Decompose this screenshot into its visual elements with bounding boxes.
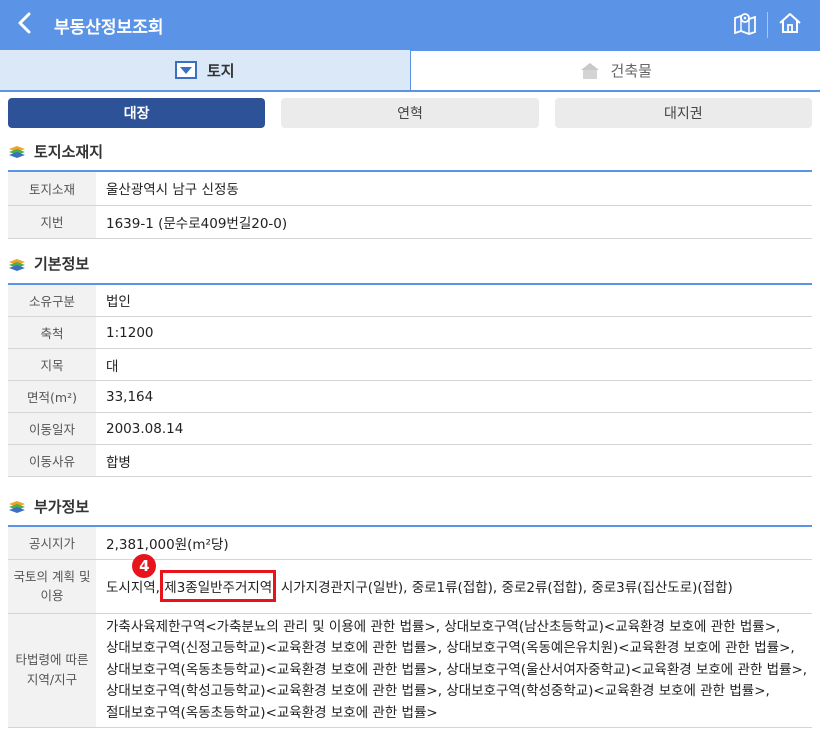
subtab-history[interactable]: 연혁 bbox=[281, 98, 539, 128]
other-law-line: 가축사육제한구역<가축분뇨의 관리 및 이용에 관한 법률>, 상대보호구역(남… bbox=[106, 618, 781, 635]
subtab-register[interactable]: 대장 bbox=[8, 98, 266, 128]
land-icon bbox=[174, 61, 197, 79]
row-label: 이동일자 bbox=[8, 412, 96, 445]
tab-land-label: 토지 bbox=[206, 61, 235, 80]
row-value: 합병 bbox=[96, 444, 812, 477]
location-table: 토지소재 울산광역시 남구 신정동 지번 1639-1 (문수로409번길20-… bbox=[8, 172, 812, 239]
building-icon bbox=[579, 62, 601, 80]
other-law-line: 상대보호구역(옥동초등학교)<교육환경 보호에 관한 법률>, 상대보호구역(울… bbox=[106, 661, 808, 678]
plan-value-post: , 시가지경관지구(일반), 중로1류(접합), 중로2류(접합), 중로3류(… bbox=[272, 580, 733, 596]
table-row: 소유구분 법인 bbox=[8, 284, 812, 317]
subtab-land-rights[interactable]: 대지권 bbox=[554, 98, 812, 128]
sub-tabs: 대장 연혁 대지권 bbox=[0, 92, 820, 132]
row-value: 2,381,000원(m²당) bbox=[96, 527, 812, 560]
main-tabs: 토지 건축물 bbox=[0, 50, 820, 92]
row-value: 가축사육제한구역<가축분뇨의 관리 및 이용에 관한 법률>, 상대보호구역(남… bbox=[96, 613, 812, 728]
app-header: 부동산정보조회 bbox=[0, 0, 820, 50]
table-row: 토지소재 울산광역시 남구 신정동 bbox=[8, 172, 812, 206]
table-row: 이동사유 합병 bbox=[8, 444, 812, 477]
header-divider bbox=[767, 12, 768, 38]
highlighted-zone: 4 제3종일반주거지역 bbox=[132, 554, 277, 602]
table-row: 국토의 계획 및 이용 도시지역, 4 제3종일반주거지역, 시가지경관지구(일… bbox=[8, 554, 812, 614]
row-label: 면적(m²) bbox=[8, 380, 96, 413]
row-label: 지목 bbox=[8, 348, 96, 381]
row-value: 대 bbox=[96, 348, 812, 381]
row-label: 국토의 계획 및 이용 bbox=[8, 559, 96, 614]
row-label: 토지소재 bbox=[8, 172, 96, 206]
row-label: 타법령에 따른 지역/지구 bbox=[8, 613, 96, 728]
row-label: 공시지가 bbox=[8, 527, 96, 560]
other-law-line: 절대보호구역(옥동초등학교)<교육환경 보호에 관한 법률> bbox=[106, 704, 438, 721]
row-value: 도시지역, 4 제3종일반주거지역, 시가지경관지구(일반), 중로1류(접합)… bbox=[96, 554, 812, 614]
annotation-badge: 4 bbox=[132, 554, 157, 578]
section-icon bbox=[8, 257, 26, 271]
other-law-line: 상대보호구역(신정고등학교)<교육환경 보호에 관한 법률>, 상대보호구역(옥… bbox=[106, 640, 795, 656]
section-icon bbox=[8, 144, 26, 158]
row-label: 소유구분 bbox=[8, 284, 96, 317]
section-extra-title: 부가정보 bbox=[8, 487, 812, 527]
other-law-line: 상대보호구역(학성고등학교)<교육환경 보호에 관한 법률>, 상대보호구역(학… bbox=[106, 683, 770, 699]
table-row: 지목 대 bbox=[8, 348, 812, 381]
table-row: 면적(m²) 33,164 bbox=[8, 380, 812, 413]
row-value: 2003.08.14 bbox=[96, 412, 812, 445]
row-value: 법인 bbox=[96, 284, 812, 317]
map-icon bbox=[732, 10, 758, 40]
chevron-left-icon bbox=[16, 12, 34, 38]
basic-table: 소유구분 법인 축척 1:1200 지목 대 면적(m²) 33,164 이동일… bbox=[8, 284, 812, 477]
row-label: 축척 bbox=[8, 316, 96, 349]
tab-land[interactable]: 토지 bbox=[0, 50, 410, 90]
table-row: 지번 1639-1 (문수로409번길20-0) bbox=[8, 205, 812, 239]
table-row: 공시지가 2,381,000원(m²당) bbox=[8, 527, 812, 560]
home-icon bbox=[778, 11, 802, 39]
plan-value-pre: 도시지역, bbox=[106, 580, 160, 596]
annotation-box bbox=[160, 570, 277, 602]
tab-building-label: 건축물 bbox=[610, 62, 652, 80]
row-label: 이동사유 bbox=[8, 444, 96, 477]
back-button[interactable] bbox=[0, 0, 50, 50]
page-title: 부동산정보조회 bbox=[54, 17, 164, 38]
table-row: 이동일자 2003.08.14 bbox=[8, 412, 812, 445]
row-value: 1:1200 bbox=[96, 316, 812, 349]
row-value: 울산광역시 남구 신정동 bbox=[96, 172, 812, 206]
table-row: 축척 1:1200 bbox=[8, 316, 812, 349]
home-button[interactable] bbox=[770, 5, 810, 45]
row-value: 1639-1 (문수로409번길20-0) bbox=[96, 205, 812, 239]
extra-table: 공시지가 2,381,000원(m²당) 국토의 계획 및 이용 도시지역, 4… bbox=[8, 527, 812, 728]
table-row: 타법령에 따른 지역/지구 가축사육제한구역<가축분뇨의 관리 및 이용에 관한… bbox=[8, 613, 812, 728]
section-icon bbox=[8, 499, 26, 513]
row-label: 지번 bbox=[8, 205, 96, 239]
tab-building[interactable]: 건축물 bbox=[409, 50, 820, 90]
map-button[interactable] bbox=[725, 5, 765, 45]
section-basic-title: 기본정보 bbox=[8, 245, 812, 285]
row-value: 33,164 bbox=[96, 380, 812, 413]
section-location-title: 토지소재지 bbox=[8, 132, 812, 172]
